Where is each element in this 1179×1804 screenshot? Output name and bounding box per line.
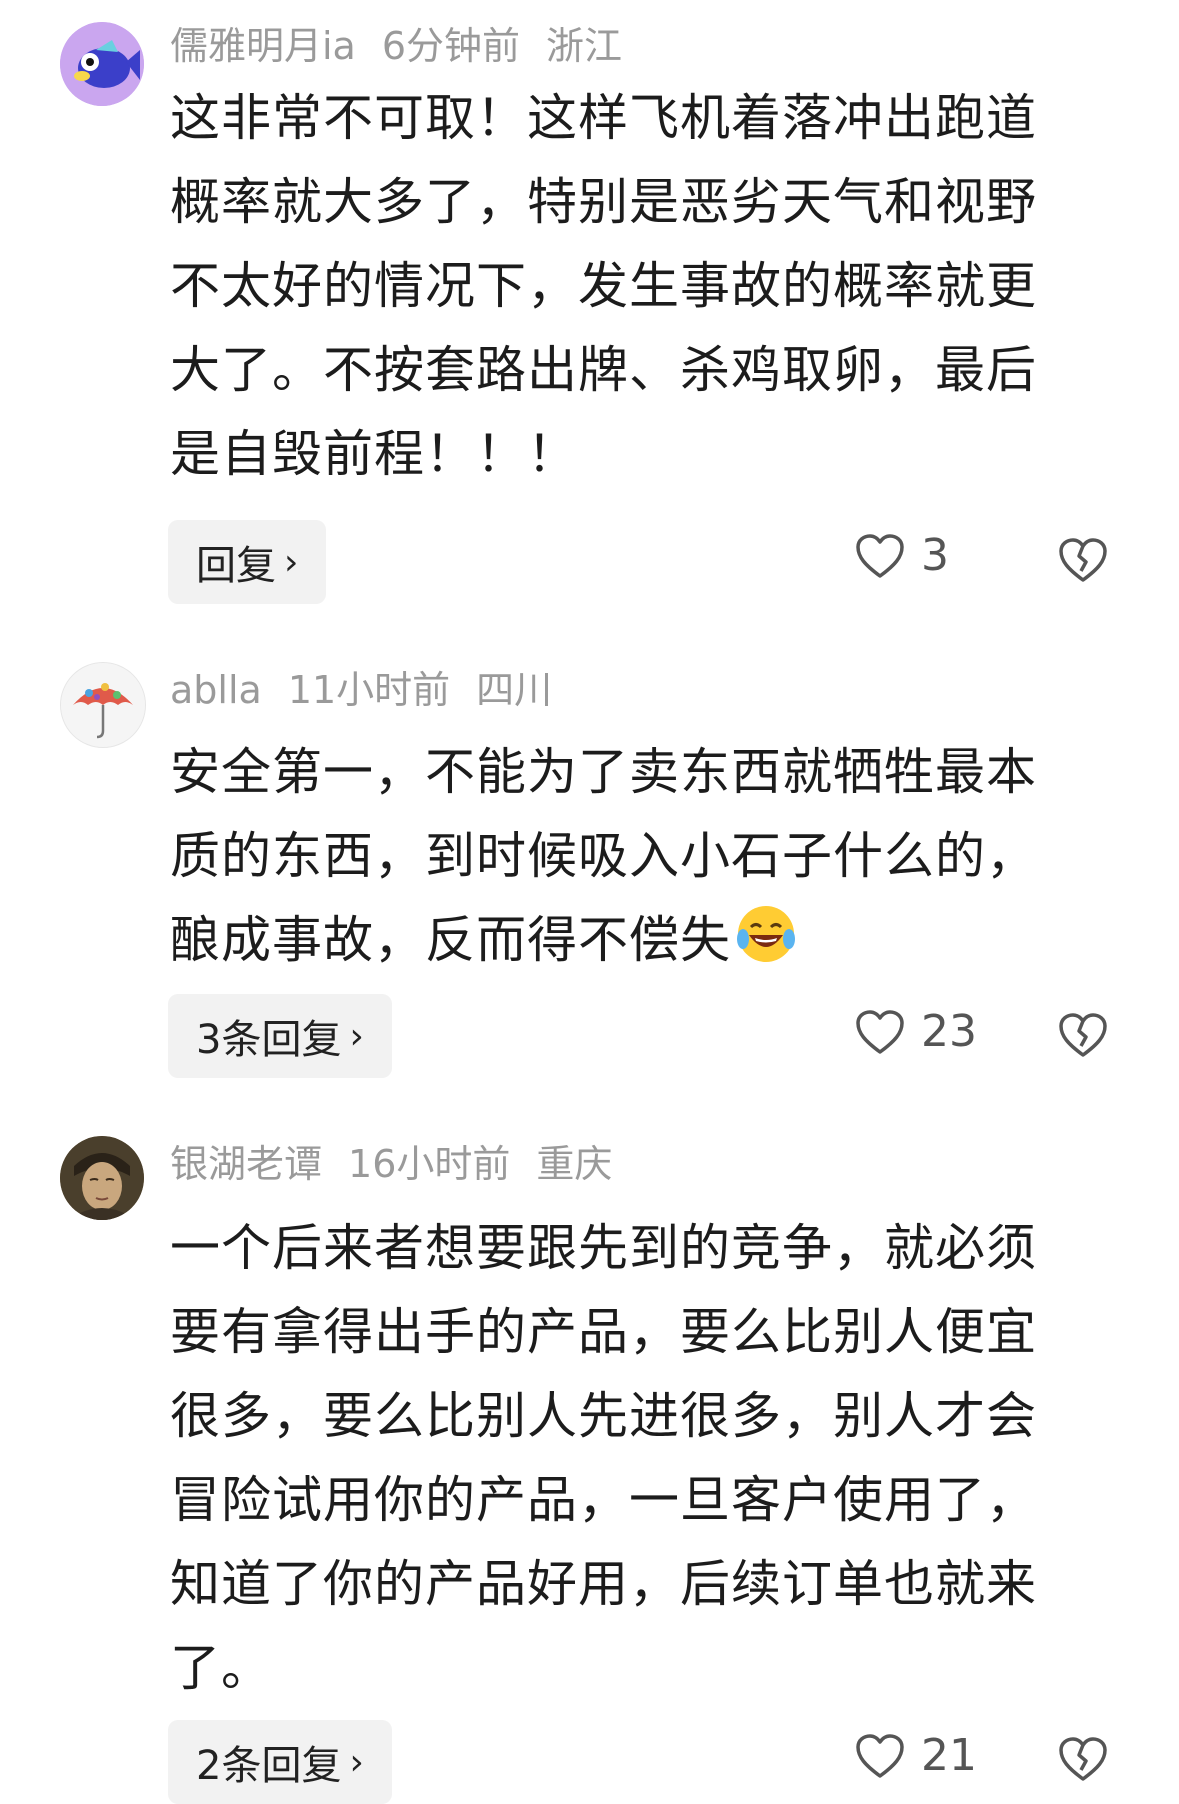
like-count: 21 <box>921 1730 977 1781</box>
dislike-button[interactable] <box>1058 1012 1108 1062</box>
dislike-button[interactable] <box>1058 1736 1108 1786</box>
reply-label: 回复 <box>196 543 276 589</box>
comment-line: 不太好的情况下，发生事故的概率就更 <box>170 257 1037 315</box>
location: 重庆 <box>536 1142 613 1186</box>
like-count: 23 <box>921 1006 977 1057</box>
timestamp: 16小时前 <box>348 1142 511 1186</box>
reply-button[interactable]: 2条回复 › <box>168 1720 392 1804</box>
chevron-right-icon: › <box>349 1741 364 1783</box>
reply-label: 3条回复 <box>196 1017 342 1063</box>
username[interactable]: ablla <box>170 668 262 712</box>
heart-icon <box>856 1733 904 1778</box>
dislike-button[interactable] <box>1058 537 1108 587</box>
chevron-right-icon: › <box>349 1015 364 1057</box>
avatar[interactable] <box>60 22 144 106</box>
timestamp: 11小时前 <box>287 668 451 712</box>
comment-line: 这非常不可取！这样飞机着落冲出跑道 <box>170 89 1037 147</box>
comment-line: 是自毁前程！！！ <box>170 425 578 483</box>
comment-line: 很多，要么比别人先进很多，别人才会 <box>170 1387 1037 1445</box>
broken-heart-icon <box>1059 538 1107 582</box>
avatar[interactable] <box>60 662 146 748</box>
broken-heart-icon <box>1059 1737 1107 1781</box>
comment-text: 这非常不可取！这样飞机着落冲出跑道 概率就大多了，特别是恶劣天气和视野 不太好的… <box>170 76 1100 496</box>
like-count: 3 <box>921 530 949 581</box>
like-button[interactable]: 3 <box>855 530 949 581</box>
comment-line: 冒险试用你的产品，一旦客户使用了， <box>170 1471 1037 1529</box>
location: 浙江 <box>546 24 623 68</box>
comment-line: 要有拿得出手的产品，要么比别人便宜 <box>170 1303 1037 1361</box>
reply-button[interactable]: 3条回复 › <box>168 994 392 1078</box>
fish-avatar-icon <box>60 22 144 106</box>
location: 四川 <box>476 668 553 712</box>
laughing-tears-emoji <box>737 906 795 962</box>
comment-line: 质的东西，到时候吸入小石子什么的， <box>170 827 1037 885</box>
comment-line: 了。 <box>170 1639 272 1697</box>
broken-heart-icon <box>1059 1013 1107 1057</box>
comment-line: 一个后来者想要跟先到的竞争，就必须 <box>170 1219 1037 1277</box>
portrait-avatar-icon <box>60 1136 144 1220</box>
comment-meta: ablla 11小时前 四川 <box>170 666 578 714</box>
comment-line: 概率就大多了，特别是恶劣天气和视野 <box>170 173 1037 231</box>
comment-line-text: 酿成事故，反而得不偿失 <box>170 911 731 969</box>
timestamp: 6分钟前 <box>381 24 521 68</box>
like-button[interactable]: 23 <box>855 1006 977 1057</box>
comment-meta: 银湖老谭 16小时前 重庆 <box>170 1140 638 1188</box>
heart-icon <box>856 533 904 578</box>
chevron-right-icon: › <box>284 541 299 583</box>
avatar[interactable] <box>60 1136 144 1220</box>
comment-line: 大了。不按套路出牌、杀鸡取卵，最后 <box>170 341 1037 399</box>
heart-icon <box>856 1009 904 1054</box>
username[interactable]: 儒雅明月ia <box>170 24 356 68</box>
reply-label: 2条回复 <box>196 1743 342 1789</box>
like-button[interactable]: 21 <box>855 1730 977 1781</box>
comment-meta: 儒雅明月ia 6分钟前 浙江 <box>170 22 648 70</box>
umbrella-avatar-icon <box>61 663 145 747</box>
username[interactable]: 银湖老谭 <box>170 1142 322 1186</box>
comment-text: 安全第一，不能为了卖东西就牺牲最本 质的东西，到时候吸入小石子什么的， 酿成事故… <box>170 730 1100 982</box>
comment-line: 安全第一，不能为了卖东西就牺牲最本 <box>170 743 1037 801</box>
reply-button[interactable]: 回复 › <box>168 520 327 604</box>
comment-text: 一个后来者想要跟先到的竞争，就必须 要有拿得出手的产品，要么比别人便宜 很多，要… <box>170 1206 1100 1710</box>
comment-line: 知道了你的产品好用，后续订单也就来 <box>170 1555 1037 1613</box>
comment-line: 酿成事故，反而得不偿失 <box>170 898 1100 982</box>
